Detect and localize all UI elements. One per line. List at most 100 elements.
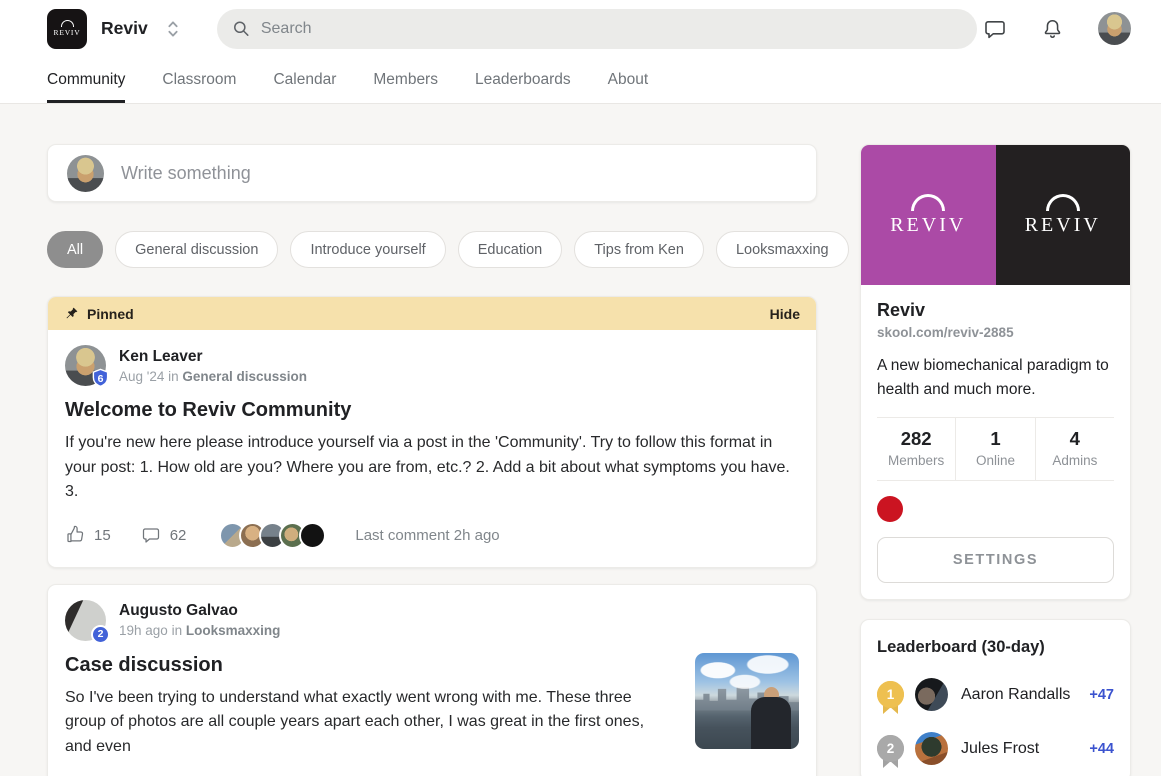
post-meta: Aug '24 in General discussion xyxy=(119,369,307,384)
like-count: 15 xyxy=(94,527,111,544)
nav-tabs: Community Classroom Calendar Members Lea… xyxy=(0,57,1161,103)
user-avatar xyxy=(67,155,104,192)
reviv-arc-icon xyxy=(911,194,945,211)
member-name: Aaron Randalls xyxy=(961,686,1070,704)
post-text-column: Case discussion So I've been trying to u… xyxy=(65,641,673,760)
leaderboard-title: Leaderboard (30-day) xyxy=(877,638,1114,657)
post-content-row: Case discussion So I've been trying to u… xyxy=(65,641,799,760)
member-points: +47 xyxy=(1089,687,1114,703)
chat-button[interactable] xyxy=(983,17,1007,41)
filter-pill-introduce-yourself[interactable]: Introduce yourself xyxy=(290,231,445,268)
community-logo[interactable]: REVIV xyxy=(47,9,87,49)
like-button[interactable]: 15 xyxy=(65,525,111,545)
author-meta: Ken Leaver Aug '24 in General discussion xyxy=(119,348,307,384)
community-stats: 282 Members 1 Online 4 Admins xyxy=(877,417,1114,481)
tab-members[interactable]: Members xyxy=(373,57,438,103)
reviv-logo: REVIV xyxy=(890,194,966,237)
feed-column: Write something All General discussion I… xyxy=(47,144,817,776)
settings-button[interactable]: SETTINGS xyxy=(877,537,1114,583)
community-name[interactable]: Reviv xyxy=(101,18,148,39)
pinned-banner: Pinned Hide xyxy=(48,297,816,330)
tab-community[interactable]: Community xyxy=(47,57,125,103)
tab-classroom[interactable]: Classroom xyxy=(162,57,236,103)
notifications-button[interactable] xyxy=(1041,17,1064,41)
reviv-arc-icon xyxy=(1046,194,1080,211)
post-card[interactable]: 2 Augusto Galvao 19h ago in Looksmaxxing xyxy=(47,584,817,776)
person-graphic xyxy=(751,697,791,749)
hide-button[interactable]: Hide xyxy=(770,306,800,322)
search-bar[interactable] xyxy=(217,9,977,49)
thumbs-up-icon xyxy=(65,525,85,545)
top-bar: REVIV Reviv xyxy=(0,0,1161,57)
search-input[interactable] xyxy=(261,20,963,38)
post-text: If you're new here please introduce your… xyxy=(65,431,799,505)
chevron-up-down-icon xyxy=(162,16,184,42)
community-about-card: REVIV REVIV Reviv skool.com/reviv-2885 A… xyxy=(860,144,1131,600)
author-meta: Augusto Galvao 19h ago in Looksmaxxing xyxy=(119,602,280,638)
post-author-row: 2 Augusto Galvao 19h ago in Looksmaxxing xyxy=(65,600,799,641)
app-header: REVIV Reviv xyxy=(0,0,1161,104)
member-points: +44 xyxy=(1089,741,1114,757)
community-info: Reviv skool.com/reviv-2885 A new biomech… xyxy=(861,285,1130,599)
post-text: So I've been trying to understand what e… xyxy=(65,686,673,760)
post-title[interactable]: Welcome to Reviv Community xyxy=(65,399,799,422)
community-description: A new biomechanical paradigm to health a… xyxy=(877,354,1114,402)
filter-pill-looksmaxxing[interactable]: Looksmaxxing xyxy=(716,231,849,268)
rank-2-badge: 2 xyxy=(877,735,904,762)
member-avatar xyxy=(915,732,948,765)
bell-icon xyxy=(1041,17,1064,41)
banner-left-panel: REVIV xyxy=(861,145,996,285)
comment-button[interactable]: 62 xyxy=(141,525,187,545)
community-name[interactable]: Reviv xyxy=(877,300,1114,321)
in-label: in xyxy=(172,623,183,638)
participant-avatars xyxy=(219,522,326,549)
post-category[interactable]: General discussion xyxy=(182,369,307,384)
post-thumbnail-image[interactable] xyxy=(695,653,799,749)
post-category[interactable]: Looksmaxxing xyxy=(186,623,281,638)
reviv-arc-icon xyxy=(61,20,74,27)
level-badge-circle: 2 xyxy=(91,625,110,644)
tab-leaderboards[interactable]: Leaderboards xyxy=(475,57,571,103)
post-meta: 19h ago in Looksmaxxing xyxy=(119,623,280,638)
author-name[interactable]: Augusto Galvao xyxy=(119,602,280,620)
filter-pill-education[interactable]: Education xyxy=(458,231,563,268)
stat-admins[interactable]: 4 Admins xyxy=(1035,418,1114,480)
author-avatar[interactable]: 6 xyxy=(65,345,106,386)
post-content: 6 Ken Leaver Aug '24 in General discussi… xyxy=(48,330,816,567)
in-label: in xyxy=(168,369,179,384)
reviv-logo: REVIV xyxy=(1025,194,1101,237)
tab-about[interactable]: About xyxy=(608,57,649,103)
post-author-row: 6 Ken Leaver Aug '24 in General discussi… xyxy=(65,345,799,386)
search-icon xyxy=(231,18,251,39)
leaderboard-card: Leaderboard (30-day) 1 Aaron Randalls +4… xyxy=(860,619,1131,776)
member-name: Jules Frost xyxy=(961,740,1039,758)
filter-pill-general-discussion[interactable]: General discussion xyxy=(115,231,278,268)
community-switcher-button[interactable] xyxy=(162,16,184,42)
leaderboard-row[interactable]: 2 Jules Frost +44 xyxy=(877,732,1114,765)
post-time: 19h ago xyxy=(119,623,168,638)
leaderboard-row[interactable]: 1 Aaron Randalls +47 xyxy=(877,678,1114,711)
banner-right-panel: REVIV xyxy=(996,145,1131,285)
post-card-pinned[interactable]: Pinned Hide 6 Ken Leaver xyxy=(47,296,817,568)
logo-text: REVIV xyxy=(54,28,81,37)
tab-calendar[interactable]: Calendar xyxy=(273,57,336,103)
pinned-label: Pinned xyxy=(87,306,134,322)
stat-online[interactable]: 1 Online xyxy=(955,418,1034,480)
community-url[interactable]: skool.com/reviv-2885 xyxy=(877,325,1114,340)
post-title[interactable]: Case discussion xyxy=(65,654,673,677)
participant-avatar xyxy=(299,522,326,549)
author-name[interactable]: Ken Leaver xyxy=(119,348,307,366)
admin-avatar[interactable] xyxy=(877,496,903,522)
author-avatar[interactable]: 2 xyxy=(65,600,106,641)
stat-members[interactable]: 282 Members xyxy=(877,418,955,480)
user-avatar[interactable] xyxy=(1098,12,1131,45)
page-body: Write something All General discussion I… xyxy=(0,104,1161,776)
community-banner-image[interactable]: REVIV REVIV xyxy=(861,145,1130,285)
post-composer[interactable]: Write something xyxy=(47,144,817,202)
composer-placeholder: Write something xyxy=(121,163,251,184)
sidebar: REVIV REVIV Reviv skool.com/reviv-2885 A… xyxy=(860,144,1131,776)
filter-pill-tips-from-ken[interactable]: Tips from Ken xyxy=(574,231,704,268)
speech-bubble-icon xyxy=(983,17,1007,41)
filter-pill-all[interactable]: All xyxy=(47,231,103,268)
member-avatar xyxy=(915,678,948,711)
